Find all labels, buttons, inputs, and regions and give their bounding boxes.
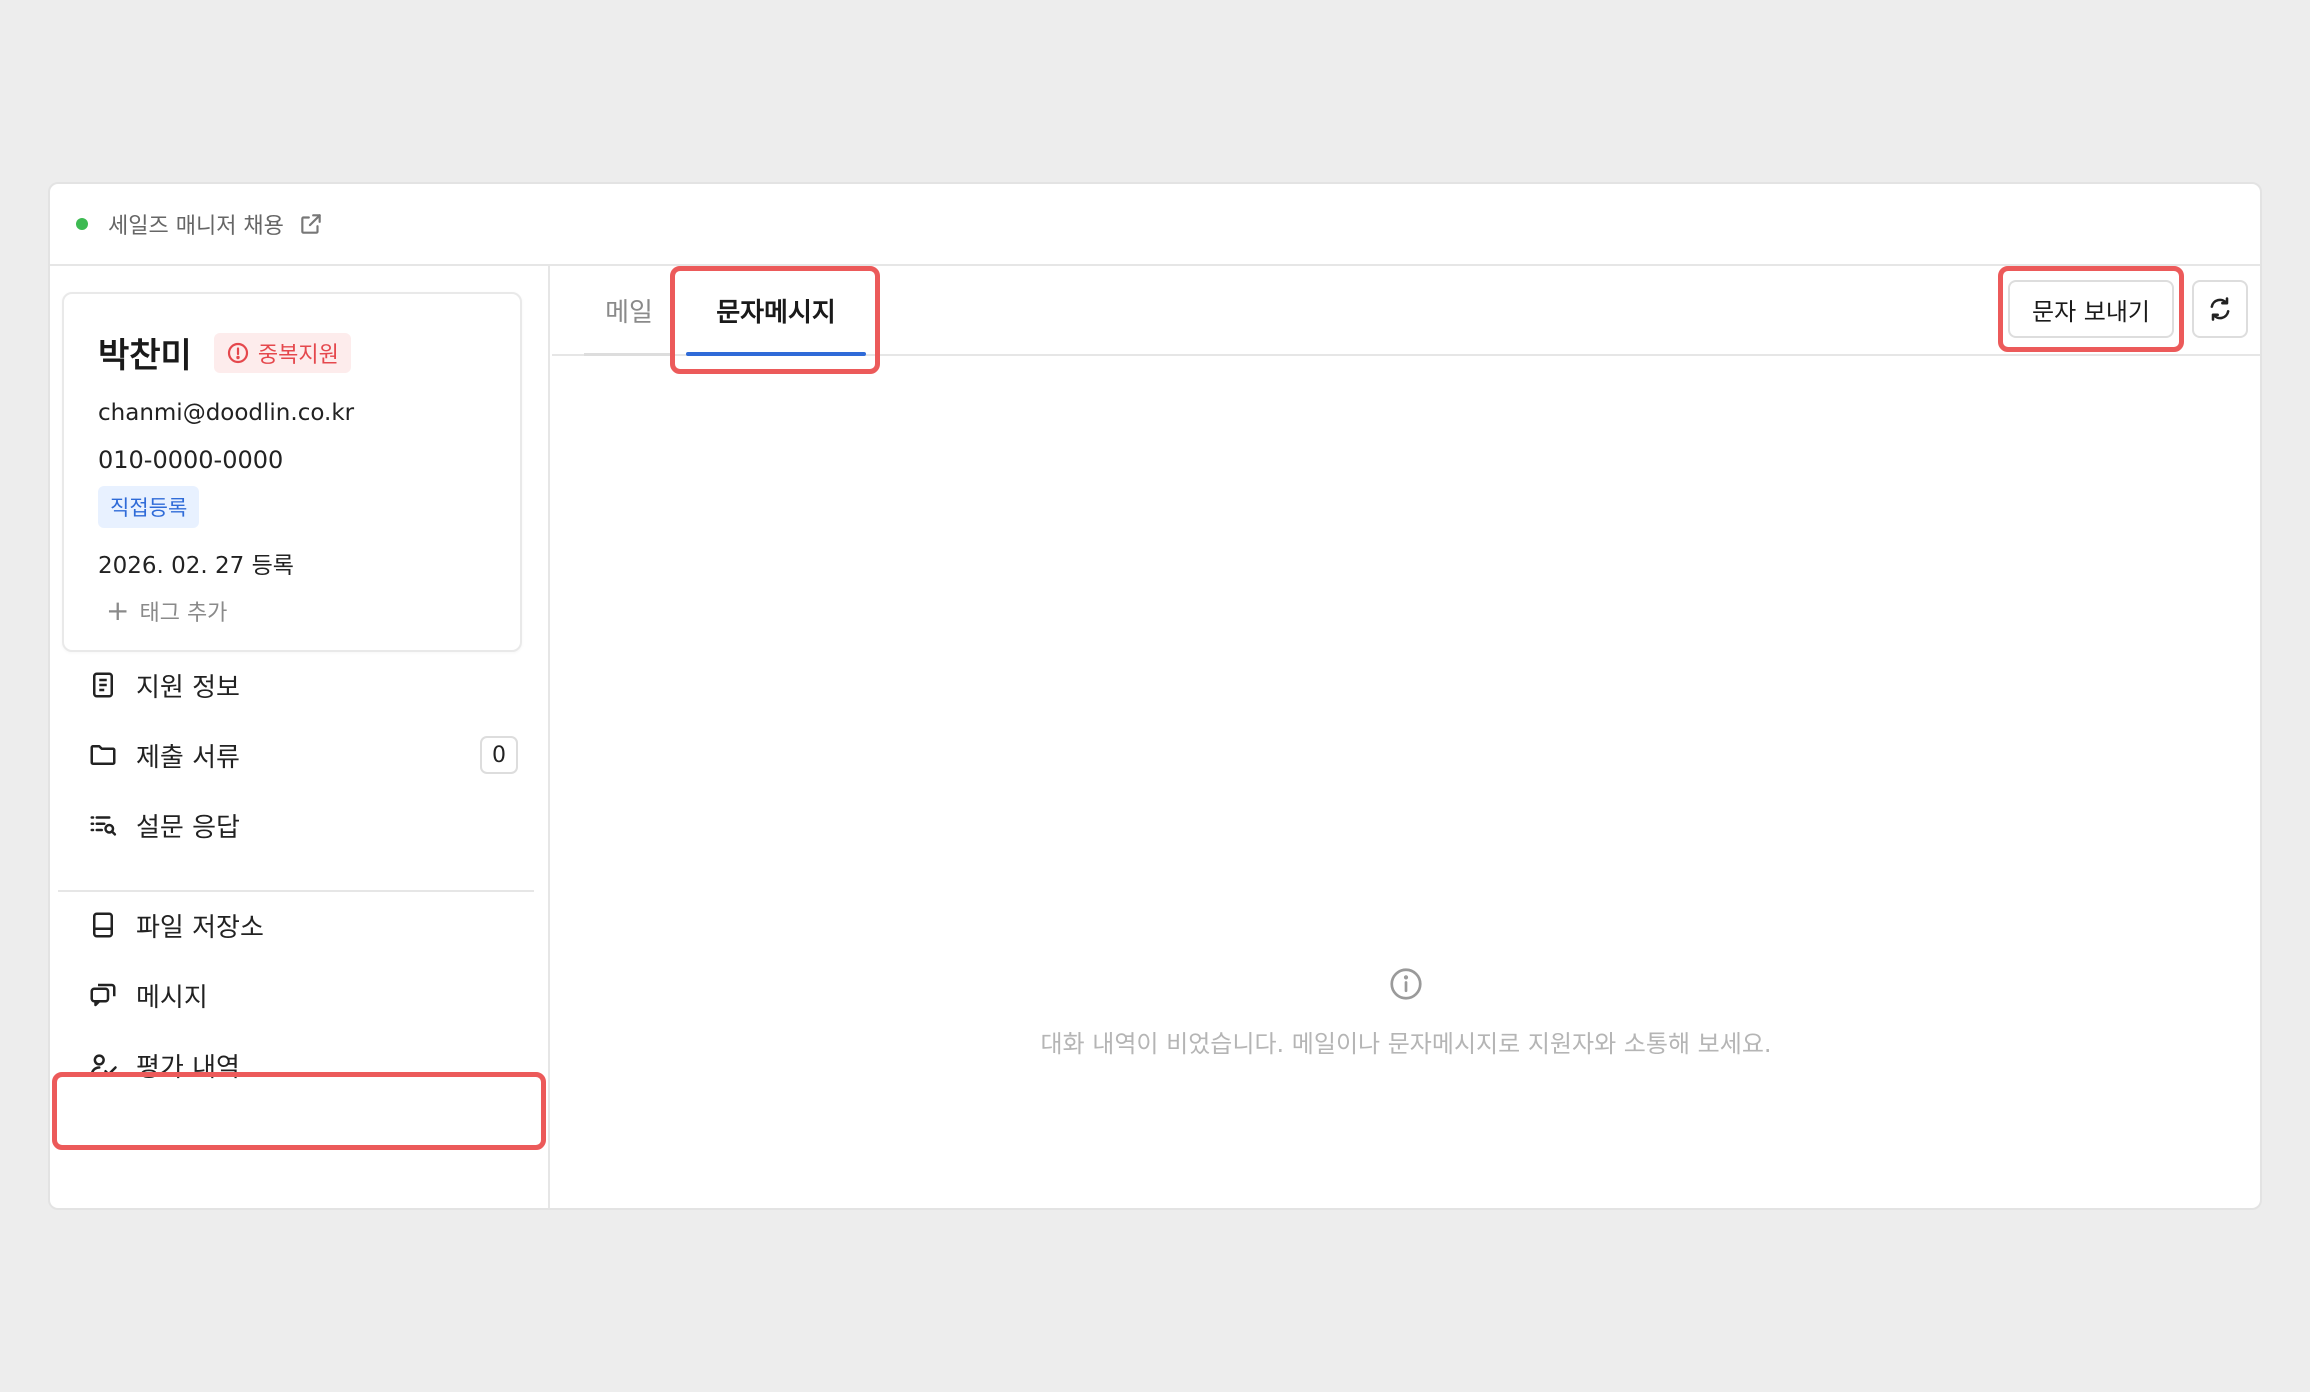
alert-circle-icon — [227, 342, 248, 363]
applicant-panel: 세일즈 매니저 채용 박찬미 중복지원 chanmi@doodlin.co.kr… — [48, 182, 2262, 1210]
candidate-name: 박찬미 — [98, 336, 192, 376]
sidebar-item-survey[interactable]: 설문 응답 — [88, 800, 518, 850]
sidebar: 박찬미 중복지원 chanmi@doodlin.co.kr 010-0000-0… — [50, 266, 550, 1208]
sidebar-item-file-storage[interactable]: 파일 저장소 — [88, 900, 518, 950]
sidebar-item-label: 메시지 — [136, 982, 208, 1013]
add-tag-label: 태그 추가 — [139, 600, 228, 626]
add-tag-button[interactable]: + 태그 추가 — [106, 594, 227, 627]
sidebar-item-label: 제출 서류 — [136, 742, 240, 773]
tab-sms[interactable]: 문자메시지 — [686, 266, 866, 356]
evaluation-icon — [90, 1054, 117, 1077]
messages-main: 메일 문자메시지 문자 보내기 대화 내역이 비었습니다. 메일이나 문자메시지… — [552, 266, 2260, 1208]
sidebar-item-messages[interactable]: 메시지 — [88, 970, 518, 1020]
duplicate-badge: 중복지원 — [213, 332, 351, 373]
survey-list-icon — [90, 816, 117, 836]
documents-count-badge: 0 — [480, 736, 518, 774]
candidate-name-row: 박찬미 중복지원 — [98, 328, 351, 377]
candidate-card: 박찬미 중복지원 chanmi@doodlin.co.kr 010-0000-0… — [62, 292, 522, 652]
candidate-phone: 010-0000-0000 — [98, 446, 284, 474]
empty-state: 대화 내역이 비었습니다. 메일이나 문자메시지로 지원자와 소통해 보세요. — [552, 966, 2260, 1059]
tab-mail[interactable]: 메일 — [584, 266, 674, 356]
sidebar-divider — [58, 890, 534, 892]
document-icon — [93, 672, 113, 698]
send-sms-button[interactable]: 문자 보내기 — [2008, 280, 2174, 338]
sidebar-item-label: 지원 정보 — [136, 672, 240, 703]
job-header: 세일즈 매니저 채용 — [50, 184, 2260, 266]
sidebar-item-application-info[interactable]: 지원 정보 — [88, 660, 518, 710]
plus-icon: + — [106, 594, 130, 627]
sidebar-item-label: 평가 내역 — [136, 1052, 240, 1083]
info-icon — [1390, 968, 1422, 1000]
status-dot — [76, 218, 88, 230]
candidate-email: chanmi@doodlin.co.kr — [98, 400, 355, 426]
sidebar-item-documents[interactable]: 제출 서류 0 — [88, 730, 518, 780]
chat-icon — [90, 983, 116, 1007]
refresh-button[interactable] — [2192, 280, 2248, 338]
external-link-icon[interactable] — [298, 211, 324, 237]
sidebar-item-evaluations[interactable]: 평가 내역 — [88, 1040, 518, 1090]
registered-date: 2026. 02. 27 등록 — [98, 553, 294, 579]
storage-icon — [93, 912, 113, 938]
source-badge: 직접등록 — [98, 486, 200, 528]
sidebar-item-label: 파일 저장소 — [136, 912, 264, 943]
sidebar-item-label: 설문 응답 — [136, 812, 240, 843]
folder-icon — [90, 745, 116, 765]
message-tabs: 메일 문자메시지 — [552, 266, 2260, 356]
refresh-icon — [2210, 297, 2230, 321]
empty-state-message: 대화 내역이 비었습니다. 메일이나 문자메시지로 지원자와 소통해 보세요. — [1040, 1030, 1772, 1058]
job-title: 세일즈 매니저 채용 — [108, 214, 284, 239]
duplicate-badge-label: 중복지원 — [257, 342, 339, 368]
